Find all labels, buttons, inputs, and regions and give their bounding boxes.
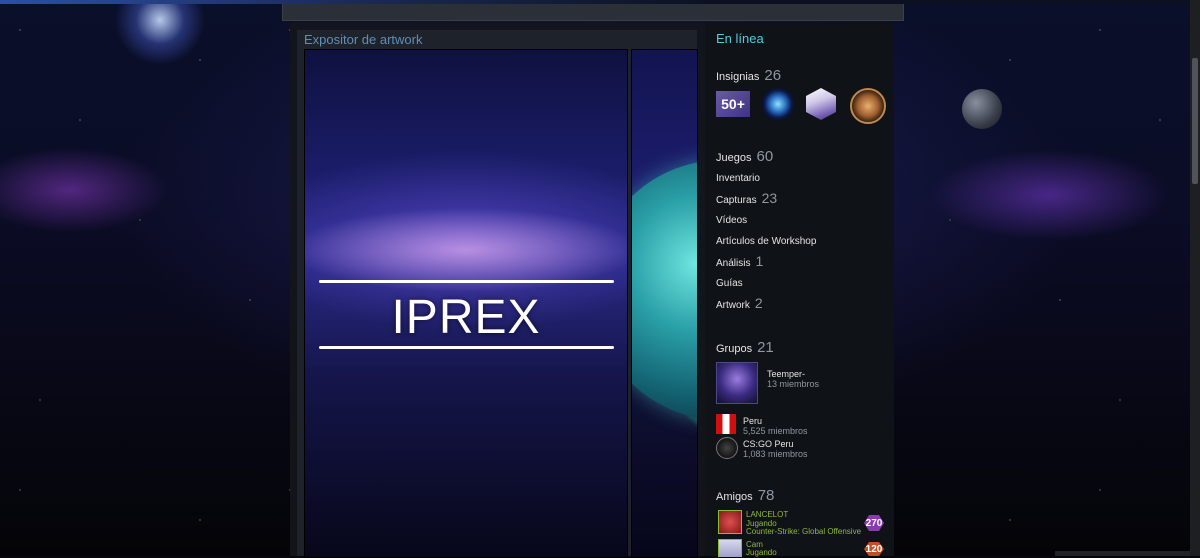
- videos-link[interactable]: Vídeos: [716, 215, 747, 226]
- badges-heading[interactable]: Insignias 26: [716, 67, 781, 84]
- inventory-link[interactable]: Inventario: [716, 173, 760, 184]
- friend-name: LANCELOT: [746, 510, 789, 519]
- csgo-peru-icon: [716, 437, 738, 459]
- logo-line-top: [319, 280, 614, 283]
- group-avatar-hooded: [716, 362, 758, 404]
- badge-50-text: 50+: [721, 96, 745, 112]
- group-name: CS:GO Peru: [743, 439, 794, 449]
- friends-heading[interactable]: Amigos 78: [716, 487, 774, 504]
- moon-decoration: [962, 89, 1002, 129]
- group-item[interactable]: CS:GO Peru 1,083 miembros: [716, 437, 886, 459]
- page-scrollbar-thumb[interactable]: [1192, 58, 1198, 184]
- badge-50-plus-icon[interactable]: 50+: [716, 91, 750, 117]
- badges-count: 26: [764, 67, 782, 84]
- groups-label: Grupos: [716, 343, 753, 355]
- games-link[interactable]: Juegos 60: [716, 148, 773, 165]
- peru-flag-icon: [716, 414, 736, 434]
- friend-level-badge: 270: [864, 515, 884, 531]
- header-bar: [282, 4, 904, 21]
- group-item[interactable]: Teemper- 13 miembros: [716, 362, 886, 404]
- artwork-side-image[interactable]: [631, 49, 698, 558]
- friends-count: 78: [757, 487, 775, 504]
- workshop-link[interactable]: Artículos de Workshop: [716, 236, 816, 247]
- group-name: Peru: [743, 416, 763, 426]
- friend-avatar: [718, 539, 742, 557]
- games-label: Juegos: [716, 152, 752, 164]
- artwork-showcase-title: Expositor de artwork: [304, 32, 423, 47]
- group-name: Teemper-: [767, 369, 806, 379]
- friend-item[interactable]: LANCELOT Jugando Counter-Strike: Global …: [716, 510, 886, 536]
- group-members: 13 miembros: [767, 379, 820, 389]
- group-item[interactable]: Peru 5,525 miembros: [716, 414, 886, 436]
- planet-illustration: [632, 160, 697, 420]
- friends-label: Amigos: [716, 491, 753, 503]
- screenshots-link[interactable]: Capturas 23: [716, 190, 777, 206]
- badge-orb-icon[interactable]: [762, 88, 794, 120]
- artwork-count: 2: [754, 295, 763, 311]
- screenshots-label: Capturas: [716, 195, 757, 206]
- artwork-logo-text: IPREX: [391, 291, 541, 344]
- friend-item[interactable]: Cam Jugando 120: [716, 539, 886, 557]
- logo-line-bottom: [319, 346, 614, 349]
- friend-level-badge: 120: [864, 542, 884, 556]
- friend-game: Counter-Strike: Global Offensive: [746, 527, 862, 536]
- online-status: En línea: [716, 31, 764, 46]
- group-members: 1,083 miembros: [743, 449, 808, 459]
- friend-avatar: [718, 510, 742, 534]
- badge-emblem-icon[interactable]: [850, 88, 886, 124]
- bottom-edge-bar: [1055, 551, 1190, 556]
- groups-count: 21: [757, 339, 774, 356]
- games-count: 60: [756, 148, 774, 165]
- guides-link[interactable]: Guías: [716, 278, 743, 289]
- artwork-link[interactable]: Artwork 2: [716, 295, 763, 311]
- reviews-label: Análisis: [716, 258, 751, 269]
- badges-label: Insignias: [716, 71, 760, 83]
- screenshots-count: 23: [761, 190, 778, 206]
- reviews-link[interactable]: Análisis 1: [716, 253, 763, 269]
- group-members: 5,525 miembros: [743, 426, 808, 436]
- groups-heading[interactable]: Grupos 21: [716, 339, 774, 356]
- reviews-count: 1: [755, 253, 764, 269]
- artwork-main-image[interactable]: IPREX: [304, 49, 628, 558]
- artwork-label: Artwork: [716, 300, 750, 311]
